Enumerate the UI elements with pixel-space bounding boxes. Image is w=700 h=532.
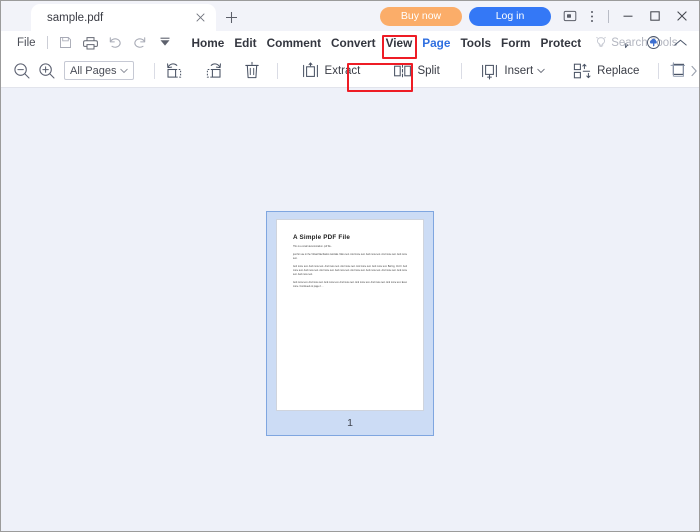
pdf-paragraph: just for use in the Virtual Mechanics tu… (293, 254, 407, 261)
menu-item-convert[interactable]: Convert (326, 34, 381, 52)
zoom-out-icon[interactable] (13, 58, 31, 84)
pdf-paragraph: And more text. And more text. And more t… (293, 281, 407, 288)
document-tab-label: sample.pdf (47, 11, 104, 24)
comment-icon[interactable] (559, 5, 581, 27)
app-window: sample.pdf Buy now Log in File Home Edit… (0, 0, 700, 532)
menubar-right-icons (614, 31, 693, 54)
page-number-label: 1 (347, 417, 353, 429)
menu-item-page[interactable]: Page (417, 34, 455, 52)
new-tab-icon[interactable] (216, 4, 246, 31)
toolbar-divider-3 (460, 62, 462, 79)
page-toolbar: All Pages Extract Split Insert Replace (1, 54, 699, 88)
chevron-right-icon[interactable] (690, 58, 699, 84)
pdf-page-title: A Simple PDF File (293, 234, 351, 241)
split-button[interactable]: Split (386, 58, 446, 84)
share-send-icon[interactable] (614, 32, 639, 54)
page-thumbnail-1[interactable]: A Simple PDF File This is a small demons… (266, 211, 434, 436)
minimize-icon[interactable] (614, 1, 641, 31)
kebab-menu-icon[interactable] (581, 5, 603, 27)
delete-page-icon[interactable] (243, 58, 261, 84)
replace-button[interactable]: Replace (566, 58, 646, 84)
cloud-upload-icon[interactable] (641, 32, 666, 54)
insert-label: Insert (504, 64, 534, 77)
close-icon[interactable] (192, 10, 208, 26)
menu-item-tools[interactable]: Tools (455, 34, 496, 52)
chevron-down-icon (537, 68, 545, 74)
quick-access-caret-icon[interactable] (153, 32, 178, 53)
split-label: Split (417, 64, 440, 77)
log-in-button[interactable]: Log in (469, 6, 551, 26)
rotate-right-icon[interactable] (204, 58, 223, 84)
window-divider (608, 9, 609, 23)
extract-label: Extract (324, 64, 361, 77)
insert-button[interactable]: Insert (473, 58, 552, 84)
lightbulb-icon (595, 36, 607, 49)
maximize-icon[interactable] (641, 1, 668, 31)
print-icon[interactable] (78, 32, 103, 53)
thumbnail-canvas: A Simple PDF File This is a small demons… (1, 88, 699, 531)
toolbar-divider-2 (276, 62, 278, 79)
chevron-down-icon (120, 68, 129, 74)
menu-items: Home Edit Comment Convert View Page Tool… (187, 34, 587, 52)
page-range-value: All Pages (70, 64, 117, 77)
toolbar-divider-1 (154, 62, 155, 79)
page-range-select[interactable]: All Pages (64, 61, 135, 80)
menu-bar: File Home Edit Comment Convert View Page… (1, 31, 699, 54)
page-preview: A Simple PDF File This is a small demons… (276, 219, 424, 411)
collapse-ribbon-icon[interactable] (668, 32, 693, 54)
extract-pages-icon (301, 62, 320, 80)
menu-item-form[interactable]: Form (496, 34, 536, 52)
menu-divider (46, 36, 48, 49)
zoom-in-icon[interactable] (38, 58, 56, 84)
replace-pages-icon (573, 62, 592, 80)
window-close-icon[interactable] (668, 1, 695, 31)
redo-icon[interactable] (128, 32, 153, 53)
save-icon[interactable] (53, 32, 78, 53)
split-pages-icon (393, 62, 412, 80)
menu-item-comment[interactable]: Comment (262, 34, 326, 52)
pdf-page-subtitle: This is a small demonstration .pdf file … (293, 246, 333, 248)
toolbar-divider-4 (658, 62, 659, 79)
window-controls-area: Buy now Log in (380, 1, 699, 31)
menu-item-edit[interactable]: Edit (229, 34, 261, 52)
document-tab[interactable]: sample.pdf (31, 4, 216, 31)
extract-button[interactable]: Extract (294, 58, 368, 84)
replace-label: Replace (597, 64, 640, 77)
tab-strip: sample.pdf Buy now Log in (1, 1, 699, 31)
insert-pages-icon (480, 62, 499, 80)
file-menu[interactable]: File (11, 37, 42, 49)
menu-item-protect[interactable]: Protect (536, 34, 587, 52)
undo-icon[interactable] (103, 32, 128, 53)
crop-icon[interactable] (669, 58, 688, 84)
menu-item-home[interactable]: Home (187, 34, 230, 52)
menu-item-view[interactable]: View (381, 34, 418, 52)
pdf-paragraph: And more text. And more text. And more t… (293, 265, 407, 276)
buy-now-button[interactable]: Buy now (380, 6, 462, 26)
rotate-left-icon[interactable] (165, 58, 184, 84)
